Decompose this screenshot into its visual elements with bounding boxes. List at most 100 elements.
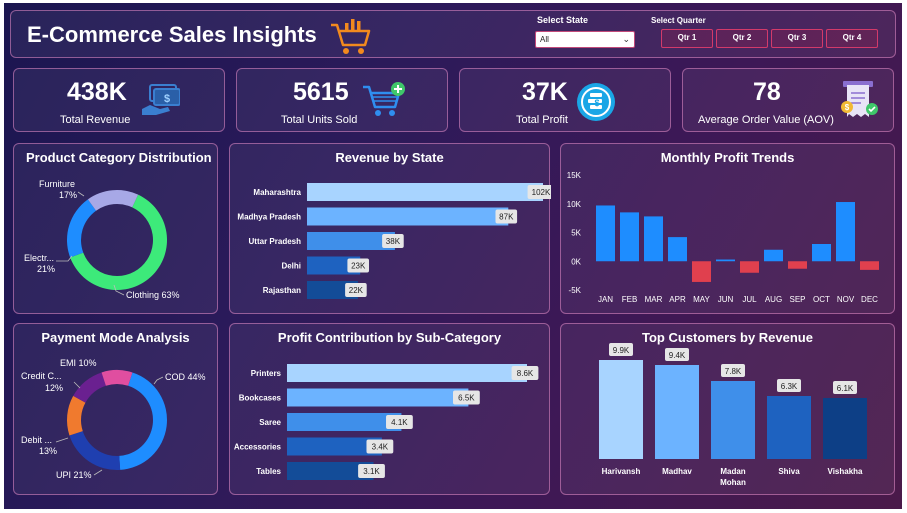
bar — [823, 398, 867, 459]
quarter-button-2[interactable]: Qtr 2 — [716, 29, 768, 48]
bar — [788, 261, 807, 269]
x-tick-label: Madan — [720, 467, 745, 476]
donut-slice — [67, 199, 97, 258]
donut-slice — [119, 372, 167, 470]
kpi-label: Total Units Sold — [281, 114, 358, 126]
leader-line — [77, 191, 85, 197]
kpi-card-revenue: 438K Total Revenue $ — [13, 68, 225, 132]
data-label: 3.4K — [372, 443, 389, 452]
data-label: 23K — [351, 262, 366, 271]
quarter-button-4[interactable]: Qtr 4 — [826, 29, 878, 48]
bar — [307, 232, 395, 250]
category-label: Uttar Pradesh — [249, 237, 302, 246]
category-label: Tables — [256, 467, 281, 476]
data-label: 87K — [499, 213, 514, 222]
data-label: 9.9K — [613, 346, 630, 355]
kpi-card-aov: 78 Average Order Value (AOV) $ — [682, 68, 894, 132]
x-tick-label: NOV — [837, 295, 855, 304]
slice-label: Debit ... — [21, 435, 52, 445]
y-tick-label: 5K — [571, 229, 581, 238]
category-label: Saree — [259, 418, 281, 427]
leader-line — [73, 381, 81, 389]
bar — [764, 249, 783, 262]
leader-line — [56, 255, 73, 262]
subcategory-bar-chart: Printers 8.6K Bookcases 6.5K Saree 4.1K Access… — [234, 364, 539, 480]
x-tick-label: Madhav — [662, 467, 692, 476]
bar — [596, 205, 615, 262]
data-label: 6.3K — [781, 382, 798, 391]
x-tick-label: Mohan — [720, 478, 746, 487]
slice-label: 13% — [39, 446, 57, 456]
bar — [860, 261, 879, 270]
data-label: 6.1K — [837, 384, 854, 393]
donut-slice — [87, 190, 139, 211]
category-label: Bookcases — [239, 394, 282, 403]
state-dropdown[interactable]: All ⌄ — [535, 31, 635, 48]
slice-label: EMI 10% — [60, 358, 97, 368]
x-tick-label: AUG — [765, 295, 782, 304]
x-tick-label: FEB — [622, 295, 638, 304]
slice-label: Credit C... — [21, 371, 62, 381]
donut-slice — [101, 370, 133, 386]
bar — [599, 360, 643, 459]
y-tick-label: -5K — [569, 286, 582, 295]
customers-bar-chart: 9.9K Harivansh 9.4K Madhav 7.8K Madan Mohan 6.3… — [599, 343, 867, 487]
data-label: 38K — [386, 237, 401, 246]
state-bar-chart: Maharashtra 102K Madhya Pradesh 87K Uttar Pr… — [237, 183, 551, 299]
bar — [287, 413, 402, 431]
kpi-label: Average Order Value (AOV) — [698, 114, 834, 126]
y-tick-label: 0K — [571, 257, 581, 266]
category-label: Madhya Pradesh — [237, 213, 301, 222]
kpi-label: Total Profit — [516, 114, 568, 126]
quarter-button-3[interactable]: Qtr 3 — [771, 29, 823, 48]
bar — [287, 364, 527, 382]
revenue-by-state-panel: Revenue by State Maharashtra 102K Madhya P… — [229, 143, 551, 314]
bar — [644, 216, 663, 262]
monthly-profit-panel: Monthly Profit Trends 15K 10K 5K 0K -5K JAN FE… — [560, 143, 895, 314]
kpi-value: 78 — [753, 78, 781, 106]
leader-line — [55, 437, 69, 443]
slice-label: COD 44% — [165, 372, 206, 382]
svg-text:$: $ — [845, 103, 850, 112]
slice-label: 12% — [45, 383, 63, 393]
slice-label: UPI 21% — [56, 470, 92, 480]
bar — [287, 388, 469, 407]
svg-text:$: $ — [594, 98, 599, 108]
y-tick-label: 15K — [567, 171, 582, 180]
kpi-value: 37K — [522, 78, 568, 106]
slice-label: 17% — [59, 190, 77, 200]
state-filter-label: Select State — [537, 15, 589, 25]
x-tick-label: JUL — [742, 295, 757, 304]
x-tick-label: SEP — [789, 295, 805, 304]
leader-line — [93, 469, 103, 476]
kpi-value: 5615 — [293, 78, 349, 106]
bar — [692, 261, 711, 282]
shopping-cart-chart-icon — [331, 19, 371, 54]
bar — [716, 259, 735, 262]
slice-label: Electr... — [24, 253, 54, 263]
donut-slice — [67, 395, 86, 436]
x-tick-label: OCT — [813, 295, 830, 304]
x-tick-label: APR — [669, 295, 686, 304]
bar — [307, 207, 509, 226]
x-tick-label: DEC — [861, 295, 878, 304]
slice-label: 21% — [37, 264, 55, 274]
quarter-button-1[interactable]: Qtr 1 — [661, 29, 713, 48]
coins-icon: $ — [577, 83, 615, 121]
receipt-icon: $ — [841, 81, 878, 117]
slice-label: Clothing 63% — [126, 290, 180, 300]
x-tick-label: Harivansh — [602, 467, 641, 476]
state-dropdown-value: All — [540, 35, 549, 44]
data-label: 8.6K — [517, 369, 534, 378]
kpi-label: Total Revenue — [60, 114, 131, 126]
bar — [836, 202, 855, 262]
bar — [740, 261, 759, 273]
data-label: 6.5K — [458, 394, 475, 403]
bar — [767, 396, 811, 459]
bar — [307, 183, 543, 201]
x-tick-label: Shiva — [778, 467, 800, 476]
page-title: E-Commerce Sales Insights — [27, 22, 317, 47]
money-icon: $ — [142, 84, 180, 115]
top-customers-panel: Top Customers by Revenue 9.9K Harivansh 9.… — [560, 323, 895, 495]
bar — [620, 212, 639, 262]
